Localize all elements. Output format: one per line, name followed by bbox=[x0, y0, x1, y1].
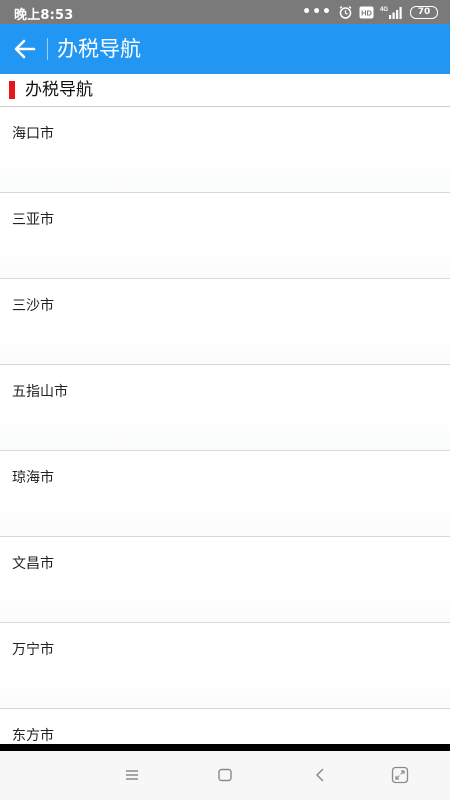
hd-icon: HD bbox=[359, 6, 374, 19]
signal-4g-icon: 4G bbox=[380, 5, 404, 20]
list-item-haikou[interactable]: 海口市 bbox=[0, 107, 450, 193]
list-item-sanya[interactable]: 三亚市 bbox=[0, 193, 450, 279]
city-name: 琼海市 bbox=[12, 470, 54, 486]
city-name: 文昌市 bbox=[12, 556, 54, 572]
list-item-wenchang[interactable]: 文昌市 bbox=[0, 537, 450, 623]
app-bar-divider bbox=[47, 38, 48, 60]
arrow-left-icon bbox=[14, 39, 36, 59]
list-item-dongfang[interactable]: 东方市 bbox=[0, 709, 450, 744]
section-title: 办税导航 bbox=[25, 80, 93, 100]
app-bar: 办税导航 bbox=[0, 24, 450, 74]
section-header: 办税导航 bbox=[0, 74, 450, 107]
back-chevron-icon bbox=[316, 768, 324, 782]
city-name: 五指山市 bbox=[12, 384, 68, 400]
city-name: 海口市 bbox=[12, 126, 54, 142]
system-back-button[interactable] bbox=[310, 765, 330, 785]
expand-button[interactable] bbox=[390, 765, 410, 785]
city-name: 东方市 bbox=[12, 728, 54, 744]
alarm-icon bbox=[338, 5, 353, 20]
home-square-icon bbox=[218, 768, 232, 782]
screen: 晚上8:53 ••• HD 4G 70 办税导航 办税导航 海口市 三亚市 三沙… bbox=[0, 0, 450, 800]
status-icons: ••• HD 4G 70 bbox=[302, 3, 438, 21]
screen-expand-icon bbox=[391, 766, 409, 784]
status-bar: 晚上8:53 ••• HD 4G 70 bbox=[0, 0, 450, 24]
more-dots-icon: ••• bbox=[302, 4, 332, 20]
nav-divider bbox=[0, 744, 450, 751]
back-button[interactable] bbox=[8, 32, 42, 66]
city-name: 万宁市 bbox=[12, 642, 54, 658]
status-time: 晚上8:53 bbox=[14, 8, 74, 23]
list-item-qionghai[interactable]: 琼海市 bbox=[0, 451, 450, 537]
menu-button[interactable] bbox=[122, 765, 142, 785]
battery-icon: 70 bbox=[410, 5, 438, 19]
city-list[interactable]: 海口市 三亚市 三沙市 五指山市 琼海市 文昌市 万宁市 东方市 bbox=[0, 107, 450, 744]
section-marker bbox=[9, 81, 15, 99]
system-nav-bar bbox=[0, 751, 450, 800]
city-name: 三亚市 bbox=[12, 212, 54, 228]
menu-icon bbox=[126, 770, 138, 780]
city-name: 三沙市 bbox=[12, 298, 54, 314]
page-title: 办税导航 bbox=[57, 37, 141, 61]
home-button[interactable] bbox=[215, 765, 235, 785]
list-item-wuzhishan[interactable]: 五指山市 bbox=[0, 365, 450, 451]
list-item-sansha[interactable]: 三沙市 bbox=[0, 279, 450, 365]
network-label: 4G bbox=[380, 7, 388, 13]
hd-badge-text: HD bbox=[361, 8, 372, 17]
list-item-wanning[interactable]: 万宁市 bbox=[0, 623, 450, 709]
